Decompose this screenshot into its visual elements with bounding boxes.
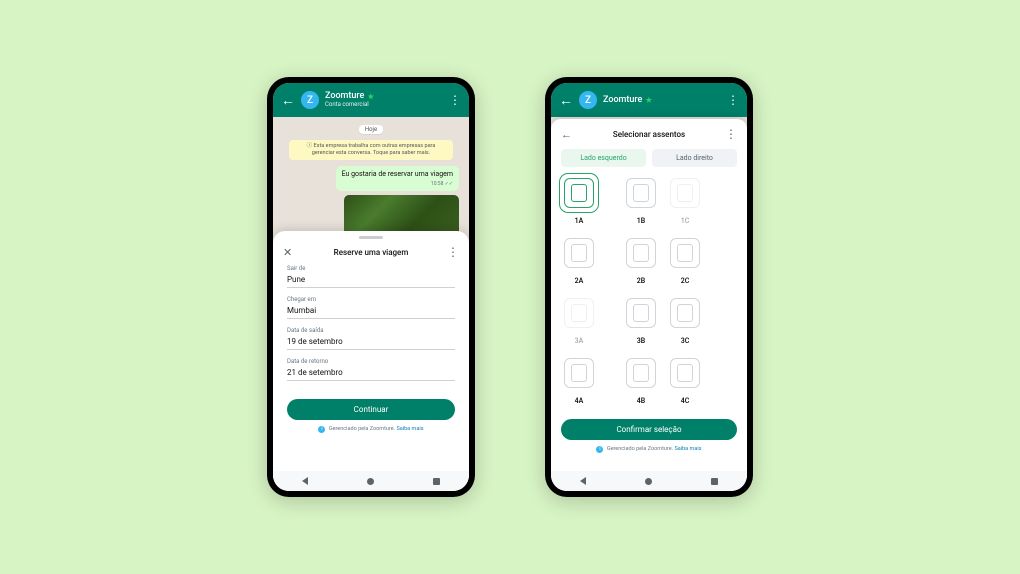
seat-1a[interactable]: 1A [561, 173, 597, 225]
return-date-label: Data de retorno [287, 358, 455, 365]
android-navbar [273, 471, 469, 491]
phone-mockup-booking: ← Z Zoomture Conta comercial ⋮ Hoje Esta… [267, 77, 475, 497]
whatsapp-header: ← Z Zoomture ⋮ [551, 83, 747, 117]
info-icon: i [596, 446, 603, 453]
nav-home-icon[interactable] [367, 478, 374, 485]
depart-from-value: Pune [287, 272, 455, 288]
managed-text: Gerenciado pela Zoomture. [329, 426, 395, 432]
seat-1c: 1C [667, 173, 703, 225]
system-message[interactable]: Esta empresa trabalha com outras empresa… [289, 140, 453, 160]
arrive-at-field[interactable]: Chegar em Mumbai [287, 296, 455, 319]
continue-button[interactable]: Continuar [287, 399, 455, 420]
seat-2b[interactable]: 2B [623, 233, 659, 285]
sheet-more-icon[interactable]: ⋮ [725, 127, 737, 141]
more-icon[interactable]: ⋮ [727, 93, 739, 107]
depart-date-field[interactable]: Data de saída 19 de setembro [287, 327, 455, 350]
depart-from-label: Sair de [287, 265, 455, 272]
nav-recent-icon[interactable] [433, 478, 440, 485]
date-pill: Hoje [359, 125, 383, 134]
seat-4a[interactable]: 4A [561, 353, 597, 405]
business-name: Zoomture [603, 96, 642, 105]
tab-left-side[interactable]: Lado esquerdo [561, 149, 646, 167]
depart-date-label: Data de saída [287, 327, 455, 334]
chat-body: Hoje Esta empresa trabalha com outras em… [273, 117, 469, 249]
depart-from-field[interactable]: Sair de Pune [287, 265, 455, 288]
sheet-more-icon[interactable]: ⋮ [447, 245, 459, 259]
seat-map: 1A 1B 1C [551, 173, 747, 413]
close-icon[interactable]: ✕ [283, 246, 295, 259]
avatar[interactable]: Z [301, 91, 319, 109]
booking-form: Sair de Pune Chegar em Mumbai Data de sa… [273, 265, 469, 395]
avatar[interactable]: Z [579, 91, 597, 109]
nav-home-icon[interactable] [645, 478, 652, 485]
business-name: Zoomture [325, 92, 364, 101]
seat-4c[interactable]: 4C [667, 353, 703, 405]
arrive-at-value: Mumbai [287, 303, 455, 319]
phone-screen: ← Z Zoomture ⋮ ← Selecionar assentos ⋮ L… [551, 83, 747, 491]
android-navbar [551, 471, 747, 491]
verified-badge-icon [645, 97, 652, 104]
more-icon[interactable]: ⋮ [449, 93, 461, 107]
back-arrow-icon[interactable]: ← [559, 92, 573, 109]
nav-back-icon[interactable] [580, 477, 586, 485]
managed-text: Gerenciado pela Zoomture. [607, 446, 673, 452]
verified-badge-icon [367, 93, 374, 100]
tab-row: Lado esquerdo Lado direito [551, 149, 747, 173]
seat-3b[interactable]: 3B [623, 293, 659, 345]
depart-date-value: 19 de setembro [287, 334, 455, 350]
seat-2c[interactable]: 2C [667, 233, 703, 285]
arrive-at-label: Chegar em [287, 296, 455, 303]
seat-3a: 3A [561, 293, 597, 345]
account-type: Conta comercial [325, 102, 443, 108]
back-arrow-icon[interactable]: ← [281, 92, 295, 109]
nav-back-icon[interactable] [302, 477, 308, 485]
seat-1b[interactable]: 1B [623, 173, 659, 225]
seat-4b[interactable]: 4B [623, 353, 659, 405]
info-icon: i [318, 426, 325, 433]
sheet-title: Reserve uma viagem [301, 248, 441, 257]
learn-more-link[interactable]: Saiba mais [675, 446, 702, 452]
user-message-bubble: Eu gostaria de reservar uma viagem 10:58… [336, 166, 459, 190]
return-date-value: 21 de setembro [287, 365, 455, 381]
whatsapp-header: ← Z Zoomture Conta comercial ⋮ [273, 83, 469, 117]
phone-mockup-seats: ← Z Zoomture ⋮ ← Selecionar assentos ⋮ L… [545, 77, 753, 497]
phone-screen: ← Z Zoomture Conta comercial ⋮ Hoje Esta… [273, 83, 469, 491]
header-title-block[interactable]: Zoomture Conta comercial [325, 92, 443, 108]
message-time: 10:58 ✓✓ [342, 181, 453, 187]
managed-by-footer: i Gerenciado pela Zoomture. Saiba mais [551, 444, 747, 459]
seat-3c[interactable]: 3C [667, 293, 703, 345]
seat-sheet-title: Selecionar assentos [579, 130, 719, 139]
user-message-text: Eu gostaria de reservar uma viagem [342, 170, 453, 178]
booking-sheet: ✕ Reserve uma viagem ⋮ Sair de Pune Cheg… [273, 231, 469, 491]
return-date-field[interactable]: Data de retorno 21 de setembro [287, 358, 455, 381]
tab-right-side[interactable]: Lado direito [652, 149, 737, 167]
nav-recent-icon[interactable] [711, 478, 718, 485]
seat-2a[interactable]: 2A [561, 233, 597, 285]
seat-sheet: ← Selecionar assentos ⋮ Lado esquerdo La… [551, 119, 747, 491]
header-title-block[interactable]: Zoomture [603, 96, 721, 105]
back-icon[interactable]: ← [561, 128, 573, 141]
managed-by-footer: i Gerenciado pela Zoomture. Saiba mais [273, 424, 469, 439]
learn-more-link[interactable]: Saiba mais [397, 426, 424, 432]
confirm-button[interactable]: Confirmar seleção [561, 419, 737, 440]
